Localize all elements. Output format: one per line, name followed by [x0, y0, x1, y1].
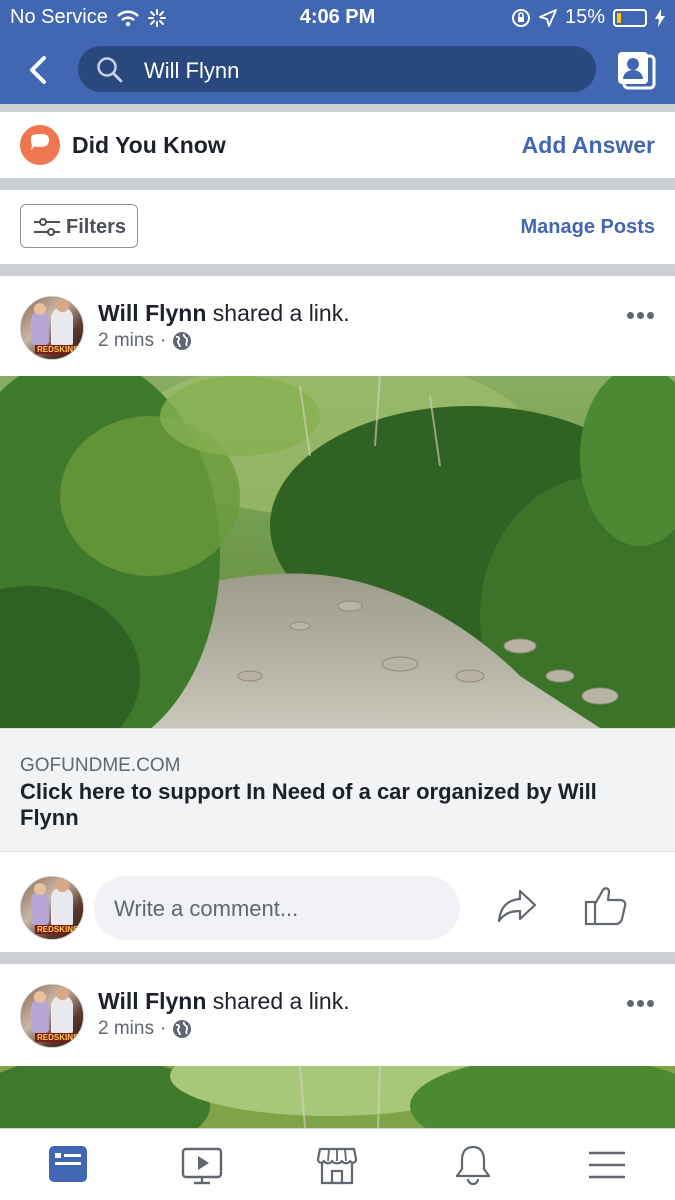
bottom-tab-bar — [0, 1128, 675, 1200]
post-meta: 2 mins · — [98, 330, 192, 352]
avatar-tag-text: REDSKINS — [35, 1033, 81, 1042]
filters-bar: Filters Manage Posts — [0, 190, 675, 264]
search-icon — [97, 57, 123, 83]
speech-bubble-icon — [20, 125, 60, 165]
filters-button[interactable]: Filters — [20, 204, 138, 248]
charging-bolt-icon — [655, 8, 665, 27]
link-preview-image[interactable] — [0, 1066, 675, 1128]
globe-icon — [173, 332, 192, 350]
like-thumb-icon[interactable] — [584, 886, 628, 926]
watch-icon[interactable] — [180, 1143, 224, 1187]
battery-percent: 15% — [564, 6, 605, 28]
avatar[interactable]: REDSKINS — [20, 296, 84, 360]
avatar-tag-text: REDSKINS — [35, 345, 81, 354]
orientation-lock-icon — [511, 8, 530, 27]
link-preview-image[interactable] — [0, 376, 675, 728]
battery-icon — [613, 8, 647, 27]
post-author-name[interactable]: Will Flynn — [98, 988, 206, 1014]
post-more-options-icon[interactable] — [627, 1000, 655, 1008]
profile-switch-icon[interactable] — [614, 48, 656, 90]
share-arrow-icon[interactable] — [496, 888, 538, 924]
post-author-name[interactable]: Will Flynn — [98, 300, 206, 326]
avatar[interactable]: REDSKINS — [20, 984, 84, 1048]
marketplace-icon[interactable] — [315, 1143, 359, 1187]
top-bar: No Service 4:06 PM 15% Will Flynn — [0, 0, 675, 104]
search-field[interactable]: Will Flynn — [78, 46, 596, 92]
news-feed-icon[interactable] — [46, 1143, 90, 1187]
post-action-text: shared a link. — [212, 988, 350, 1014]
link-headline: Click here to support In Need of a car o… — [20, 779, 597, 830]
commenter-avatar-tag-text: REDSKINS — [35, 925, 81, 934]
comment-input[interactable]: Write a comment... — [94, 876, 460, 940]
did-you-know-card: Did You Know Add Answer — [0, 112, 675, 178]
link-domain: GOFUNDME.COM — [20, 755, 181, 776]
did-you-know-title: Did You Know — [72, 132, 226, 158]
menu-icon[interactable] — [585, 1143, 629, 1187]
meta-separator: · — [159, 330, 167, 351]
sliders-icon — [34, 218, 60, 236]
post-meta: 2 mins · — [98, 1018, 192, 1040]
feed-post: REDSKINS Will Flynn shared a link. 2 min… — [0, 964, 675, 1128]
post-action-text: shared a link. — [212, 300, 350, 326]
post-header-text: Will Flynn shared a link. — [98, 988, 350, 1015]
search-query-text: Will Flynn — [144, 58, 240, 83]
link-preview-box[interactable]: GOFUNDME.COM Click here to support In Ne… — [0, 728, 675, 852]
comment-placeholder: Write a comment... — [114, 896, 299, 921]
post-time[interactable]: 2 mins — [98, 330, 154, 352]
feed-post: REDSKINS Will Flynn shared a link. 2 min… — [0, 276, 675, 952]
add-answer-link[interactable]: Add Answer — [522, 132, 655, 159]
post-more-options-icon[interactable] — [627, 312, 655, 320]
meta-separator: · — [159, 1018, 167, 1039]
notifications-icon[interactable] — [451, 1143, 495, 1187]
post-time[interactable]: 2 mins — [98, 1018, 154, 1040]
location-arrow-icon — [539, 8, 557, 27]
status-bar: No Service 4:06 PM 15% — [0, 0, 675, 34]
filters-label: Filters — [66, 216, 127, 238]
manage-posts-link[interactable]: Manage Posts — [521, 216, 655, 239]
commenter-avatar: REDSKINS — [20, 876, 84, 940]
comment-row: REDSKINS Write a comment... — [0, 872, 675, 952]
post-header-text: Will Flynn shared a link. — [98, 300, 350, 327]
globe-icon — [173, 1020, 192, 1038]
back-chevron-icon[interactable] — [24, 52, 54, 88]
